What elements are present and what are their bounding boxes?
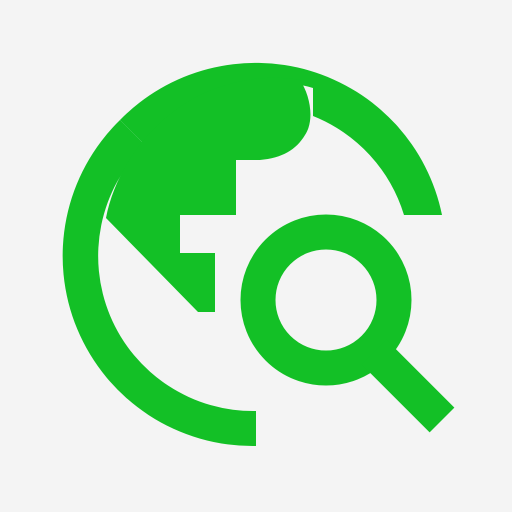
- magnifier-lens: [240, 214, 412, 386]
- icon-canvas: [0, 0, 512, 512]
- magnifier-handle: [361, 339, 455, 433]
- travel-explore-icon: [62, 62, 455, 447]
- magnifier-icon: [240, 214, 455, 433]
